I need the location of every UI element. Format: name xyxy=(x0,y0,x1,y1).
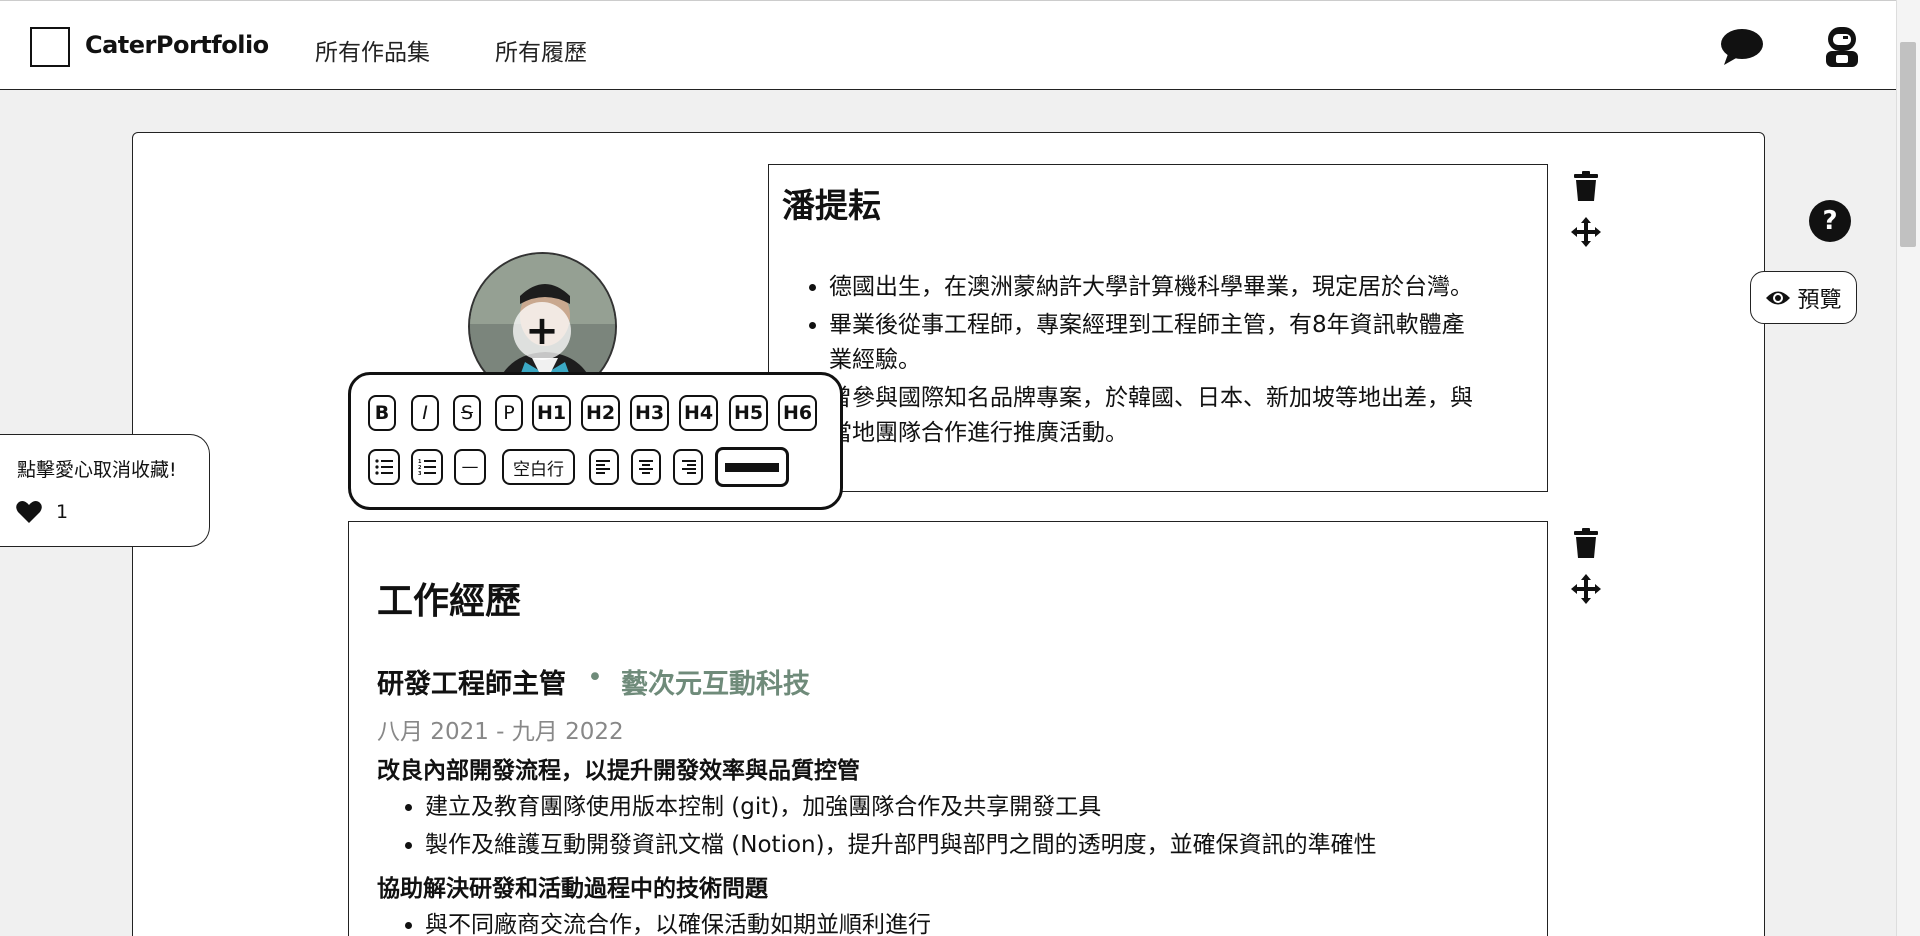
eye-icon xyxy=(1766,291,1791,304)
bullet-list-icon xyxy=(375,459,393,475)
achievement-heading: 協助解決研發和活動過程中的技術問題 xyxy=(377,876,768,902)
thick-line-icon xyxy=(725,462,779,472)
profile-name: 潘提耘 xyxy=(782,186,881,225)
trash-icon[interactable] xyxy=(1570,527,1602,559)
align-right-button[interactable] xyxy=(673,449,703,485)
nav-all-portfolios[interactable]: 所有作品集 xyxy=(315,33,430,67)
heart-icon[interactable] xyxy=(16,500,42,524)
add-photo-button[interactable]: + xyxy=(513,302,571,360)
divider-line-button[interactable] xyxy=(715,447,789,487)
job-title: 研發工程師主管 xyxy=(377,669,566,700)
ordered-list-icon: 1 2 3 xyxy=(418,459,436,476)
robot-avatar-icon[interactable] xyxy=(1818,23,1866,71)
horizontal-rule-button[interactable]: — xyxy=(454,449,486,485)
preview-button[interactable]: 預覽 xyxy=(1750,271,1857,324)
heading3-button[interactable]: H3 xyxy=(630,395,669,431)
align-left-button[interactable] xyxy=(589,449,619,485)
heading6-button[interactable]: H6 xyxy=(778,395,817,431)
list-item: 畢業後從事工程師，專案經理到工程師主管，有8年資訊軟體產業經驗。 xyxy=(829,308,1479,378)
italic-button[interactable]: I xyxy=(411,395,439,431)
favorite-tooltip-text: 點擊愛心取消收藏! xyxy=(17,459,177,481)
trash-icon[interactable] xyxy=(1570,170,1602,202)
bio-list: 德國出生，在澳洲蒙納許大學計算機科學畢業，現定居於台灣。 畢業後從事工程師，專案… xyxy=(829,270,1479,454)
align-center-button[interactable] xyxy=(631,449,661,485)
achievement-list: 與不同廠商交流合作，以確保活動如期並順利進行 xyxy=(425,906,1525,936)
align-left-icon xyxy=(596,460,610,474)
paragraph-button[interactable]: P xyxy=(495,395,523,431)
logo-square-icon[interactable] xyxy=(30,27,70,67)
help-button[interactable]: ? xyxy=(1809,200,1851,242)
align-center-icon xyxy=(639,460,653,474)
work-experience-section[interactable]: 工作經歷 研發工程師主管 • 藝次元互動科技 八月 2021 - 九月 2022… xyxy=(348,521,1548,936)
achievement-heading: 改良內部開發流程，以提升開發效率與品質控管 xyxy=(377,758,860,784)
chat-bubble-icon[interactable] xyxy=(1718,23,1766,71)
svg-text:3: 3 xyxy=(418,471,422,476)
ordered-list-button[interactable]: 1 2 3 xyxy=(411,449,443,485)
bio-section[interactable]: 潘提耘 德國出生，在澳洲蒙納許大學計算機科學畢業，現定居於台灣。 畢業後從事工程… xyxy=(768,164,1548,492)
brand-name[interactable]: CaterPortfolio xyxy=(85,31,269,59)
list-item: 製作及維護互動開發資訊文檔 (Notion)，提升部門與部門之間的透明度，並確保… xyxy=(425,826,1525,864)
achievement-list: 建立及教育團隊使用版本控制 (git)，加強團隊合作及共享開發工具 製作及維護互… xyxy=(425,788,1525,864)
list-item: 建立及教育團隊使用版本控制 (git)，加強團隊合作及共享開發工具 xyxy=(425,788,1525,826)
scrollbar-thumb[interactable] xyxy=(1900,42,1916,247)
job-dates: 八月 2021 - 九月 2022 xyxy=(377,719,624,745)
company-name: 藝次元互動科技 xyxy=(621,669,810,700)
favorite-count: 1 xyxy=(56,501,69,523)
blank-line-button[interactable]: 空白行 xyxy=(502,449,575,485)
preview-label: 預覽 xyxy=(1797,287,1842,313)
heading2-button[interactable]: H2 xyxy=(581,395,620,431)
heading1-button[interactable]: H1 xyxy=(532,395,571,431)
heading5-button[interactable]: H5 xyxy=(729,395,768,431)
bullet-list-button[interactable] xyxy=(368,449,400,485)
separator-dot: • xyxy=(587,662,603,693)
move-arrows-icon[interactable] xyxy=(1570,216,1602,248)
list-item: 德國出生，在澳洲蒙納許大學計算機科學畢業，現定居於台灣。 xyxy=(829,270,1479,305)
align-right-icon xyxy=(682,460,696,474)
favorite-tooltip: 點擊愛心取消收藏! xyxy=(0,434,210,547)
list-item: 曾參與國際知名品牌專案，於韓國、日本、新加坡等地出差，與當地團隊合作進行推廣活動… xyxy=(829,381,1479,451)
list-item: 與不同廠商交流合作，以確保活動如期並順利進行 xyxy=(425,906,1525,936)
move-arrows-icon[interactable] xyxy=(1570,573,1602,605)
nav-all-resumes[interactable]: 所有履歷 xyxy=(495,33,587,67)
top-navbar: CaterPortfolio 所有作品集 所有履歷 xyxy=(0,0,1896,90)
heading4-button[interactable]: H4 xyxy=(679,395,718,431)
text-format-toolbar: B I S P H1 H2 H3 H4 H5 H6 1 2 3 — 空白行 xyxy=(348,372,843,510)
section-title: 工作經歷 xyxy=(377,581,522,622)
bold-button[interactable]: B xyxy=(368,395,396,431)
strikethrough-button[interactable]: S xyxy=(453,395,481,431)
